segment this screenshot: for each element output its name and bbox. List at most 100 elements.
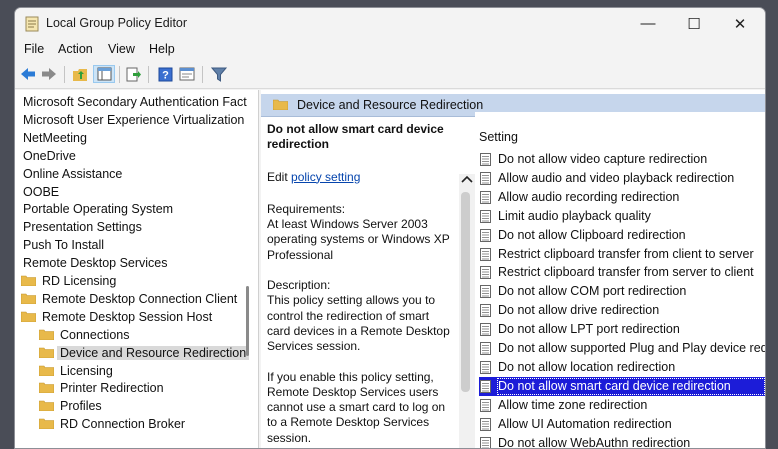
setting-row[interactable]: Limit audio playback quality	[479, 207, 765, 226]
folder-icon	[39, 382, 54, 393]
maximize-button[interactable]: ☐	[671, 8, 717, 39]
tree-item-label: Online Assistance	[23, 167, 122, 181]
description-more-text: If you enable this policy setting, Remot…	[267, 370, 453, 446]
settings-list: Setting Do not allow video capture redir…	[475, 112, 765, 449]
svg-text:?: ?	[162, 69, 169, 81]
back-arrow-icon[interactable]	[19, 65, 37, 83]
minimize-button[interactable]: —	[625, 8, 671, 39]
setting-label: Do not allow location redirection	[498, 358, 675, 377]
setting-row[interactable]: Allow audio recording redirection	[479, 188, 765, 207]
minimize-icon: —	[641, 15, 656, 32]
scroll-up-icon[interactable]	[461, 174, 473, 187]
tree-item-label: Printer Redirection	[60, 381, 164, 395]
up-folder-icon[interactable]	[71, 65, 89, 83]
filter-icon[interactable]	[210, 65, 228, 83]
console-tree: Microsoft Secondary Authentication Fact M…	[15, 90, 259, 449]
policy-setting-icon	[480, 172, 491, 185]
setting-label: Do not allow LPT port redirection	[498, 320, 680, 339]
app-window: Local Group Policy Editor — ☐ ✕ File Act…	[14, 7, 766, 449]
scrollbar-thumb[interactable]	[461, 192, 470, 392]
setting-label: Allow time zone redirection	[498, 396, 647, 415]
setting-label: Allow audio and video playback redirecti…	[498, 169, 734, 188]
policy-setting-icon	[480, 437, 491, 449]
tree-item-label: RD Licensing	[42, 274, 116, 288]
menu-help[interactable]: Help	[149, 42, 175, 56]
setting-row[interactable]: Do not allow smart card device redirecti…	[479, 377, 765, 396]
tree-item[interactable]: Portable Operating System	[23, 200, 173, 218]
properties-icon[interactable]	[178, 65, 196, 83]
setting-row[interactable]: Do not allow drive redirection	[479, 301, 765, 320]
setting-row[interactable]: Allow time zone redirection	[479, 396, 765, 415]
setting-row[interactable]: Restrict clipboard transfer from client …	[479, 245, 765, 264]
setting-label: Do not allow drive redirection	[498, 301, 659, 320]
tree-item[interactable]: Connections	[39, 326, 109, 344]
focus-rectangle	[497, 378, 765, 395]
menu-view[interactable]: View	[108, 42, 135, 56]
tree-item[interactable]: Remote Desktop Session Host	[21, 308, 191, 326]
forward-arrow-icon[interactable]	[40, 65, 58, 83]
description-label: Description:	[267, 278, 453, 293]
tree-item[interactable]: Microsoft User Experience Virtualization	[23, 111, 244, 129]
tree-item-label: Remote Desktop Session Host	[42, 310, 212, 324]
setting-row[interactable]: Allow audio and video playback redirecti…	[479, 169, 765, 188]
setting-row[interactable]: Do not allow COM port redirection	[479, 282, 765, 301]
tree-item[interactable]: Push To Install	[23, 236, 104, 254]
setting-row[interactable]: Do not allow supported Plug and Play dev…	[479, 339, 765, 358]
tree-item[interactable]: Online Assistance	[23, 165, 122, 183]
tree-item-label: OneDrive	[23, 149, 76, 163]
export-list-icon[interactable]	[125, 65, 143, 83]
policy-setting-icon	[480, 210, 491, 223]
close-button[interactable]: ✕	[717, 8, 763, 39]
folder-icon	[39, 400, 54, 411]
setting-label: Do not allow supported Plug and Play dev…	[498, 339, 765, 358]
setting-label: Restrict clipboard transfer from server …	[498, 263, 754, 282]
tree-item[interactable]: Remote Desktop Connection Client	[21, 290, 216, 308]
window-title: Local Group Policy Editor	[46, 16, 187, 30]
maximize-icon: ☐	[687, 15, 700, 33]
tree-item[interactable]: OneDrive	[23, 147, 76, 165]
tree-scrollbar[interactable]	[246, 286, 249, 356]
folder-icon	[21, 293, 36, 304]
tree-item[interactable]: Presentation Settings	[23, 218, 142, 236]
tree-item[interactable]: RD Connection Broker	[39, 415, 164, 433]
tree-item[interactable]: RD Licensing	[21, 272, 95, 290]
tree-item[interactable]: NetMeeting	[23, 129, 87, 147]
tree-item[interactable]: Microsoft Secondary Authentication Fact	[23, 93, 247, 111]
setting-row[interactable]: Do not allow WebAuthn redirection	[479, 434, 765, 449]
setting-row[interactable]: Do not allow LPT port redirection	[479, 320, 765, 339]
folder-icon	[39, 329, 54, 340]
description-scrollbar[interactable]	[459, 174, 476, 449]
policy-setting-link[interactable]: policy setting	[291, 170, 360, 184]
toolbar: ?	[15, 61, 765, 89]
policy-setting-icon	[480, 248, 491, 261]
tree-item-label: Microsoft User Experience Virtualization	[23, 113, 244, 127]
tree-item[interactable]: Remote Desktop Services	[23, 254, 168, 272]
setting-row[interactable]: Allow UI Automation redirection	[479, 415, 765, 434]
tree-item-label: RD Connection Broker	[60, 417, 185, 431]
tree-item[interactable]: Profiles	[39, 397, 81, 415]
menu-file[interactable]: File	[24, 42, 44, 56]
tree-item[interactable]: Printer Redirection	[39, 379, 143, 397]
policy-editor-icon	[25, 16, 39, 32]
policy-setting-icon	[480, 399, 491, 412]
extended-description: Do not allow smart card device redirecti…	[267, 122, 453, 446]
tree-item[interactable]: Device and Resource Redirection	[39, 344, 228, 362]
setting-row[interactable]: Restrict clipboard transfer from server …	[479, 263, 765, 282]
help-icon[interactable]: ?	[156, 65, 174, 83]
menu-action[interactable]: Action	[58, 42, 93, 56]
setting-column-header[interactable]: Setting	[479, 130, 518, 144]
tree-item-label: Profiles	[60, 399, 102, 413]
setting-label: Do not allow video capture redirection	[498, 150, 707, 169]
setting-label: Do not allow WebAuthn redirection	[498, 434, 690, 449]
setting-row[interactable]: Do not allow location redirection	[479, 358, 765, 377]
setting-label: Restrict clipboard transfer from client …	[498, 245, 754, 264]
tree-item[interactable]: OOBE	[23, 183, 59, 201]
tree-item[interactable]: Licensing	[39, 362, 92, 380]
close-icon: ✕	[734, 15, 747, 33]
setting-label: Limit audio playback quality	[498, 207, 651, 226]
setting-row[interactable]: Do not allow video capture redirection	[479, 150, 765, 169]
toolbar-separator	[202, 66, 203, 83]
show-tree-icon[interactable]	[93, 65, 115, 83]
setting-row[interactable]: Do not allow Clipboard redirection	[479, 226, 765, 245]
tree-item-label: Device and Resource Redirection	[57, 346, 249, 360]
